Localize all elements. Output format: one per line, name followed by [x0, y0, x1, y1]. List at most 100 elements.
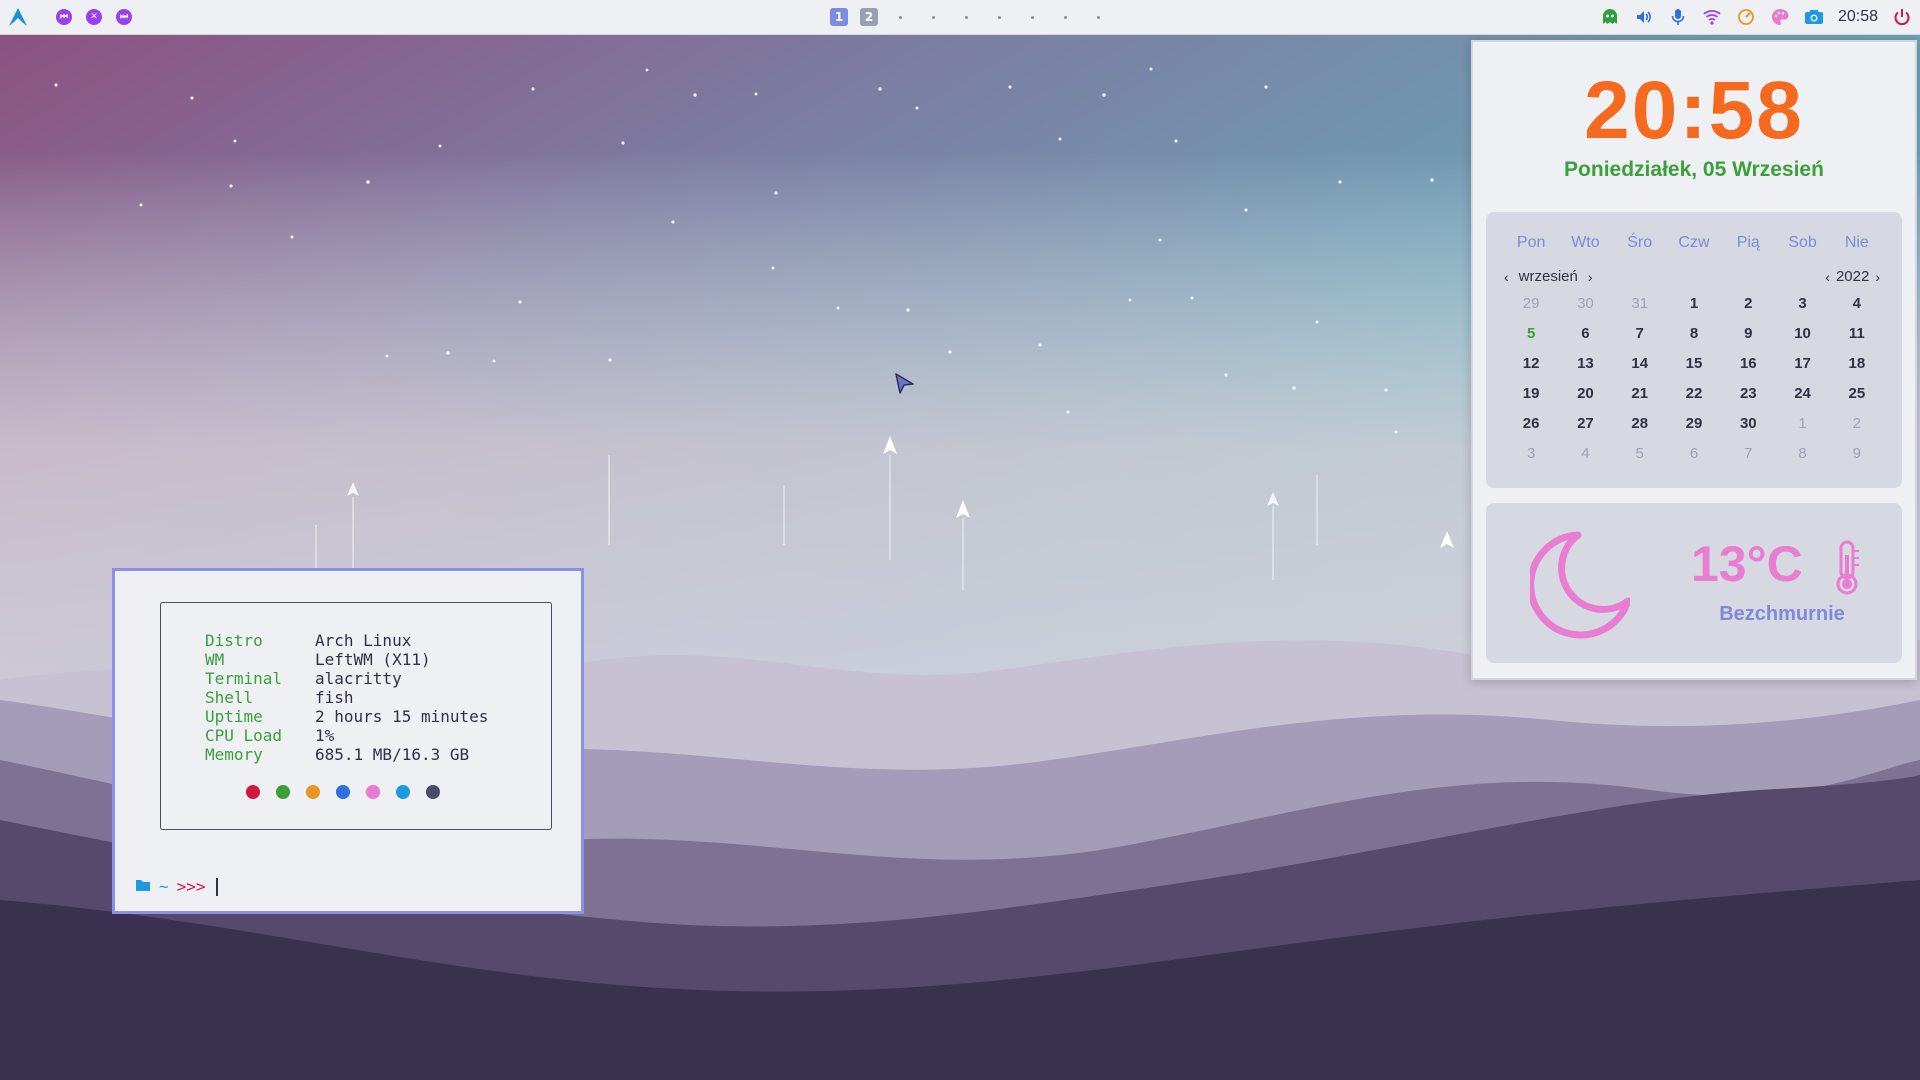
calendar-day[interactable]: 8 [1775, 444, 1829, 464]
next-track-icon[interactable]: ⏭ [116, 9, 132, 25]
weekday-label: Pon [1516, 234, 1546, 251]
next-year-icon[interactable]: › [1875, 269, 1880, 285]
prev-month-icon[interactable]: ‹ [1504, 269, 1509, 285]
calendar-day[interactable]: 25 [1830, 384, 1884, 404]
arch-linux-logo[interactable] [8, 0, 28, 34]
color-swatch [306, 785, 320, 799]
calendar-day[interactable]: 6 [1667, 444, 1721, 464]
weekday-label: Pią [1736, 234, 1760, 251]
shell-prompt[interactable]: ~ >>> [135, 877, 218, 896]
weather-card: 13°C Bezchmurnie [1486, 503, 1902, 663]
camera-icon[interactable] [1804, 7, 1824, 27]
calendar-day[interactable]: 4 [1830, 294, 1884, 314]
temperature: 13°C [1691, 536, 1803, 592]
weather-description: Bezchmurnie [1719, 603, 1845, 625]
workspace-1[interactable]: 1 [830, 8, 848, 26]
calendar-day[interactable]: 11 [1830, 324, 1884, 344]
calendar-day[interactable]: 3 [1504, 444, 1558, 464]
color-swatch [336, 785, 350, 799]
workspace-empty-dot[interactable] [1064, 15, 1067, 19]
power-icon[interactable] [1892, 7, 1912, 27]
calendar-day[interactable]: 3 [1775, 294, 1829, 314]
calendar-day[interactable]: 12 [1504, 354, 1558, 374]
widget-clock: 20:58 [1584, 65, 1804, 156]
terminal-window[interactable]: Distro Arch Linux WM LeftWM (X11) Termin… [112, 568, 584, 914]
calendar-day[interactable]: 26 [1504, 414, 1558, 434]
thermometer-icon [1832, 539, 1862, 600]
calendar-day[interactable]: 24 [1775, 384, 1829, 404]
fetch-row: Memory 685.1 MB/16.3 GB [205, 745, 488, 764]
calendar-day[interactable]: 17 [1775, 354, 1829, 374]
color-swatch [276, 785, 290, 799]
calendar-day[interactable]: 20 [1558, 384, 1612, 404]
media-controls: ⏮ ✕ ⏭ [56, 0, 132, 34]
palette-icon[interactable] [1770, 7, 1790, 27]
fetch-key: WM [205, 650, 225, 669]
system-tray: 20:58 [1600, 0, 1920, 34]
fetch-key: Distro [205, 631, 263, 650]
calendar: Pon Wto Śro Czw Pią Sob Nie ‹ wrzesień ›… [1486, 212, 1902, 488]
fetch-value: 1% [315, 726, 335, 745]
fetch-key: Memory [205, 745, 263, 764]
topbar-clock[interactable]: 20:58 [1838, 8, 1878, 26]
workspace-empty-dot[interactable] [998, 15, 1001, 19]
calendar-day[interactable]: 6 [1558, 324, 1612, 344]
workspace-empty-dot[interactable] [965, 15, 968, 19]
workspace-empty-dot[interactable] [899, 15, 902, 19]
next-month-icon[interactable]: › [1588, 269, 1593, 285]
calendar-day[interactable]: 23 [1721, 384, 1775, 404]
calendar-day[interactable]: 30 [1721, 414, 1775, 434]
calendar-day[interactable]: 8 [1667, 324, 1721, 344]
fetch-row: Uptime 2 hours 15 minutes [205, 707, 488, 726]
calendar-day[interactable]: 9 [1721, 324, 1775, 344]
color-swatch [366, 785, 380, 799]
fetch-row: CPU Load 1% [205, 726, 488, 745]
calendar-day[interactable]: 13 [1558, 354, 1612, 374]
workspace-empty-dot[interactable] [1097, 15, 1100, 19]
calendar-day[interactable]: 7 [1613, 324, 1667, 344]
calendar-day[interactable]: 16 [1721, 354, 1775, 374]
speedometer-icon[interactable] [1736, 7, 1756, 27]
workspace-2[interactable]: 2 [860, 8, 878, 26]
previous-track-icon[interactable]: ⏮ [56, 9, 72, 25]
calendar-day[interactable]: 28 [1613, 414, 1667, 434]
prev-year-icon[interactable]: ‹ [1825, 269, 1830, 285]
calendar-day[interactable]: 9 [1830, 444, 1884, 464]
color-swatch [426, 785, 440, 799]
calendar-day[interactable]: 22 [1667, 384, 1721, 404]
weekday-label: Czw [1678, 234, 1710, 251]
stop-icon[interactable]: ✕ [86, 9, 102, 25]
calendar-day[interactable]: 31 [1613, 294, 1667, 314]
workspace-empty-dot[interactable] [1031, 15, 1034, 19]
calendar-day[interactable]: 2 [1721, 294, 1775, 314]
month-navigator: ‹ wrzesień › [1504, 268, 1593, 285]
calendar-day[interactable]: 5 [1613, 444, 1667, 464]
calendar-day[interactable]: 10 [1775, 324, 1829, 344]
calendar-day[interactable]: 19 [1504, 384, 1558, 404]
year-navigator: ‹ 2022 › [1825, 268, 1880, 285]
calendar-day[interactable]: 29 [1667, 414, 1721, 434]
calendar-day[interactable]: 29 [1504, 294, 1558, 314]
volume-icon[interactable] [1634, 7, 1654, 27]
fetch-key: CPU Load [205, 726, 283, 745]
calendar-day[interactable]: 1 [1667, 294, 1721, 314]
fetch-value: 685.1 MB/16.3 GB [315, 745, 470, 764]
fetch-value: LeftWM (X11) [315, 650, 431, 669]
calendar-day[interactable]: 21 [1613, 384, 1667, 404]
mouse-pointer-icon [894, 372, 916, 400]
calendar-day[interactable]: 27 [1558, 414, 1612, 434]
calendar-day[interactable]: 14 [1613, 354, 1667, 374]
wifi-icon[interactable] [1702, 7, 1722, 27]
calendar-day[interactable]: 30 [1558, 294, 1612, 314]
calendar-day[interactable]: 15 [1667, 354, 1721, 374]
calendar-day[interactable]: 5 [1504, 324, 1558, 344]
widget-date: Poniedziałek, 05 Wrzesień [1564, 158, 1824, 181]
calendar-day[interactable]: 1 [1775, 414, 1829, 434]
calendar-day[interactable]: 18 [1830, 354, 1884, 374]
calendar-day[interactable]: 4 [1558, 444, 1612, 464]
calendar-day[interactable]: 7 [1721, 444, 1775, 464]
workspace-empty-dot[interactable] [932, 15, 935, 19]
calendar-day[interactable]: 2 [1830, 414, 1884, 434]
microphone-icon[interactable] [1668, 7, 1688, 27]
ghost-icon[interactable] [1600, 7, 1620, 27]
